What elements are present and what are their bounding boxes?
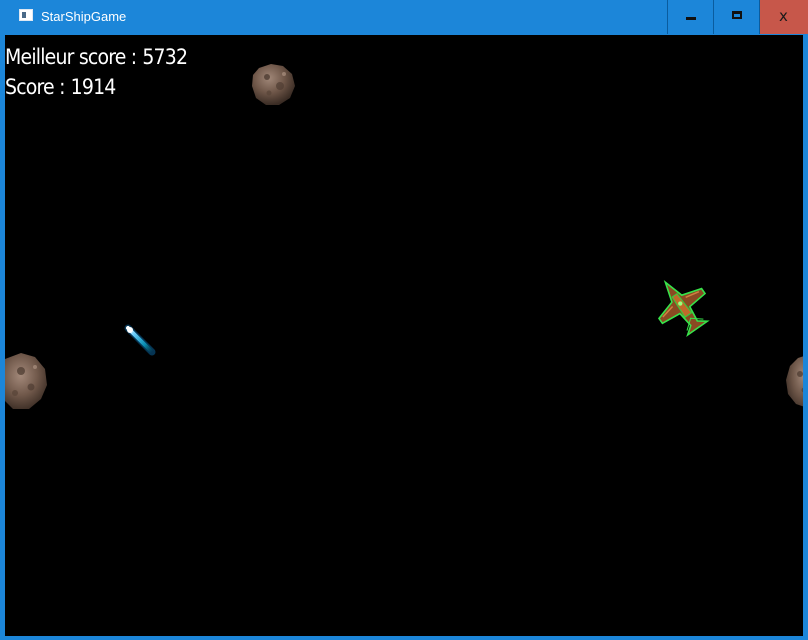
title-bar[interactable]: StarShipGame x xyxy=(0,0,808,34)
current-score: Score :1914 xyxy=(5,75,116,99)
asteroid-icon xyxy=(786,356,803,407)
minimize-icon xyxy=(686,17,696,20)
best-score-label: Meilleur score : xyxy=(5,45,137,69)
score-label: Score : xyxy=(5,75,65,99)
maximize-button[interactable] xyxy=(713,0,759,34)
laser-bolt-icon xyxy=(124,324,156,356)
best-score: Meilleur score :5732 xyxy=(5,45,188,69)
asteroid-icon xyxy=(252,64,295,105)
maximize-icon xyxy=(732,11,742,19)
close-button[interactable]: x xyxy=(759,0,808,34)
asteroid-icon xyxy=(5,353,47,409)
window-title: StarShipGame xyxy=(41,9,127,24)
score-value: 1914 xyxy=(70,75,117,99)
app-icon[interactable] xyxy=(19,9,33,21)
close-icon: x xyxy=(779,7,788,25)
enemy-starship-icon xyxy=(657,279,710,338)
best-score-value: 5732 xyxy=(142,45,188,69)
game-canvas[interactable]: Meilleur score :5732 Score :1914 xyxy=(5,35,803,636)
game-window: StarShipGame x Meilleur score :5732 Scor… xyxy=(0,0,808,640)
minimize-button[interactable] xyxy=(667,0,713,34)
